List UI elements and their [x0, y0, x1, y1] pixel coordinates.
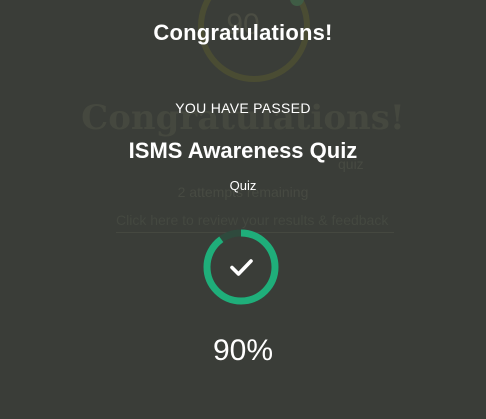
quiz-name: ISMS Awareness Quiz: [128, 138, 358, 163]
congratulations-heading: Congratulations!: [153, 20, 333, 45]
passed-label: YOU HAVE PASSED: [175, 100, 311, 116]
progress-arc: [203, 229, 279, 305]
quiz-type: Quiz: [229, 178, 257, 193]
check-icon: [230, 259, 253, 276]
score-percentage: 90%: [212, 334, 274, 367]
result-overlay: Congratulations! YOU HAVE PASSED ISMS Aw…: [0, 0, 486, 419]
score-progress-ring: [203, 229, 279, 305]
